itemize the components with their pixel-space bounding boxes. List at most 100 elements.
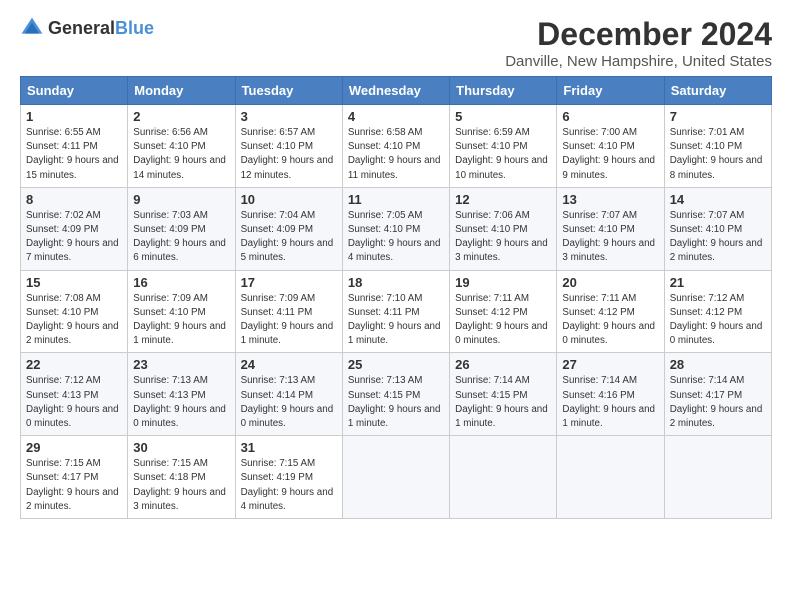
table-row	[450, 436, 557, 519]
day-number: 26	[455, 357, 551, 372]
daylight-text: Daylight: 9 hours and 0 minutes.	[670, 321, 763, 346]
day-number: 28	[670, 357, 766, 372]
sunrise-text: Sunrise: 6:58 AM	[348, 127, 423, 138]
day-number: 18	[348, 275, 444, 290]
sunset-text: Sunset: 4:17 PM	[670, 390, 742, 401]
daylight-text: Daylight: 9 hours and 0 minutes.	[562, 321, 655, 346]
sunrise-text: Sunrise: 7:07 AM	[670, 210, 745, 221]
calendar-week-row: 22Sunrise: 7:12 AMSunset: 4:13 PMDayligh…	[21, 353, 772, 436]
daylight-text: Daylight: 9 hours and 12 minutes.	[241, 155, 334, 180]
day-detail: Sunrise: 7:00 AMSunset: 4:10 PMDaylight:…	[562, 126, 658, 183]
day-detail: Sunrise: 7:06 AMSunset: 4:10 PMDaylight:…	[455, 209, 551, 266]
daylight-text: Daylight: 9 hours and 0 minutes.	[133, 404, 226, 429]
header-top: GeneralBlue December 2024 Danville, New …	[20, 16, 772, 70]
table-row: 30 Sunrise: 7:15 AMSunset: 4:18 PMDayligh…	[128, 436, 235, 519]
table-row: 21Sunrise: 7:12 AMSunset: 4:12 PMDayligh…	[664, 270, 771, 353]
day-number: 30	[133, 440, 229, 455]
day-number: 15	[26, 275, 122, 290]
logo-text: GeneralBlue	[48, 18, 154, 39]
day-number: 23	[133, 357, 229, 372]
daylight-text: Daylight: 9 hours and 2 minutes.	[670, 238, 763, 263]
calendar-week-row: 15 Sunrise: 7:08 AMSunset: 4:10 PMDayligh…	[21, 270, 772, 353]
table-row: 16Sunrise: 7:09 AMSunset: 4:10 PMDayligh…	[128, 270, 235, 353]
main-title: December 2024	[505, 16, 772, 53]
daylight-text: Daylight: 9 hours and 15 minutes.	[26, 155, 119, 180]
sunrise-text: Sunrise: 7:14 AM	[562, 375, 637, 386]
daylight-text: Daylight: 9 hours and 0 minutes.	[455, 321, 548, 346]
table-row: 31 Sunrise: 7:15 AM Sunset: 4:19 PM Dayligh…	[235, 436, 342, 519]
day-number: 16	[133, 275, 229, 290]
day-number: 27	[562, 357, 658, 372]
table-row: 10Sunrise: 7:04 AMSunset: 4:09 PMDayligh…	[235, 187, 342, 270]
sunrise-text: Sunrise: 7:15 AM	[133, 458, 208, 469]
sunset-text: Sunset: 4:10 PM	[133, 141, 205, 152]
day-detail: Sunrise: 7:14 AMSunset: 4:15 PMDaylight:…	[455, 374, 551, 431]
calendar-week-row: 1Sunrise: 6:55 AMSunset: 4:11 PMDaylight…	[21, 105, 772, 188]
table-row: 4Sunrise: 6:58 AMSunset: 4:10 PMDaylight…	[342, 105, 449, 188]
daylight-text: Daylight: 9 hours and 1 minute.	[562, 404, 655, 429]
daylight-text: Daylight: 9 hours and 1 minute.	[241, 321, 334, 346]
sunrise-text: Sunrise: 6:55 AM	[26, 127, 101, 138]
logo-general: General	[48, 18, 115, 38]
day-detail: Sunrise: 6:56 AMSunset: 4:10 PMDaylight:…	[133, 126, 229, 183]
day-number: 11	[348, 192, 444, 207]
sunset-text: Sunset: 4:10 PM	[562, 224, 634, 235]
sunrise-text: Sunrise: 6:59 AM	[455, 127, 530, 138]
sunset-text: Sunset: 4:17 PM	[26, 472, 98, 483]
header-tuesday: Tuesday	[235, 77, 342, 105]
day-number: 25	[348, 357, 444, 372]
day-number: 17	[241, 275, 337, 290]
daylight-text: Daylight: 9 hours and 5 minutes.	[241, 238, 334, 263]
table-row	[557, 436, 664, 519]
day-number: 7	[670, 109, 766, 124]
day-number: 14	[670, 192, 766, 207]
day-number: 6	[562, 109, 658, 124]
sunset-text: Sunset: 4:14 PM	[241, 390, 313, 401]
sunset-text: Sunset: 4:16 PM	[562, 390, 634, 401]
day-number: 13	[562, 192, 658, 207]
day-detail: Sunrise: 6:59 AMSunset: 4:10 PMDaylight:…	[455, 126, 551, 183]
day-number: 9	[133, 192, 229, 207]
table-row: 9 Sunrise: 7:03 AMSunset: 4:09 PMDaylight…	[128, 187, 235, 270]
sunset-text: Sunset: 4:12 PM	[670, 307, 742, 318]
day-number: 31	[241, 440, 337, 455]
table-row: 26 Sunrise: 7:14 AMSunset: 4:15 PMDayligh…	[450, 353, 557, 436]
day-number: 10	[241, 192, 337, 207]
day-detail: Sunrise: 7:15 AMSunset: 4:18 PMDaylight:…	[133, 457, 229, 514]
day-number: 3	[241, 109, 337, 124]
day-detail: Sunrise: 7:12 AMSunset: 4:12 PMDaylight:…	[670, 292, 766, 349]
table-row: 11Sunrise: 7:05 AMSunset: 4:10 PMDayligh…	[342, 187, 449, 270]
day-number: 24	[241, 357, 337, 372]
daylight-text: Daylight: 9 hours and 1 minute.	[348, 321, 441, 346]
table-row: 5Sunrise: 6:59 AMSunset: 4:10 PMDaylight…	[450, 105, 557, 188]
table-row: 29Sunrise: 7:15 AMSunset: 4:17 PMDayligh…	[21, 436, 128, 519]
daylight-text: Daylight: 9 hours and 0 minutes.	[241, 404, 334, 429]
daylight-text: Daylight: 9 hours and 4 minutes.	[241, 487, 334, 512]
sunset-text: Sunset: 4:10 PM	[670, 224, 742, 235]
day-detail: Sunrise: 7:13 AMSunset: 4:15 PMDaylight:…	[348, 374, 444, 431]
daylight-text: Daylight: 9 hours and 10 minutes.	[455, 155, 548, 180]
daylight-text: Daylight: 9 hours and 3 minutes.	[133, 487, 226, 512]
day-detail: Sunrise: 7:11 AM Sunset: 4:12 PM Daylight:…	[562, 292, 658, 349]
daylight-text: Daylight: 9 hours and 6 minutes.	[133, 238, 226, 263]
sunset-text: Sunset: 4:19 PM	[241, 472, 313, 483]
table-row: 27 Sunrise: 7:14 AM Sunset: 4:16 PM Dayligh…	[557, 353, 664, 436]
table-row: 8Sunrise: 7:02 AMSunset: 4:09 PMDaylight…	[21, 187, 128, 270]
day-number: 4	[348, 109, 444, 124]
title-block: December 2024 Danville, New Hampshire, U…	[505, 16, 772, 70]
day-detail: Sunrise: 7:11 AMSunset: 4:12 PMDaylight:…	[455, 292, 551, 349]
sunset-text: Sunset: 4:12 PM	[562, 307, 634, 318]
sunrise-text: Sunrise: 7:11 AM	[562, 293, 636, 304]
day-detail: Sunrise: 7:08 AMSunset: 4:10 PMDaylight:…	[26, 292, 122, 349]
day-detail: Sunrise: 7:10 AMSunset: 4:11 PMDaylight:…	[348, 292, 444, 349]
sunrise-text: Sunrise: 7:02 AM	[26, 210, 101, 221]
sunrise-text: Sunrise: 7:10 AM	[348, 293, 423, 304]
daylight-text: Daylight: 9 hours and 3 minutes.	[562, 238, 655, 263]
sunrise-text: Sunrise: 7:13 AM	[241, 375, 316, 386]
table-row: 18 Sunrise: 7:10 AMSunset: 4:11 PMDayligh…	[342, 270, 449, 353]
day-detail: Sunrise: 7:03 AMSunset: 4:09 PMDaylight:…	[133, 209, 229, 266]
table-row: 3Sunrise: 6:57 AMSunset: 4:10 PMDaylight…	[235, 105, 342, 188]
daylight-text: Daylight: 9 hours and 2 minutes.	[26, 321, 119, 346]
logo: GeneralBlue	[20, 16, 154, 40]
sunrise-text: Sunrise: 7:15 AM	[241, 458, 316, 469]
